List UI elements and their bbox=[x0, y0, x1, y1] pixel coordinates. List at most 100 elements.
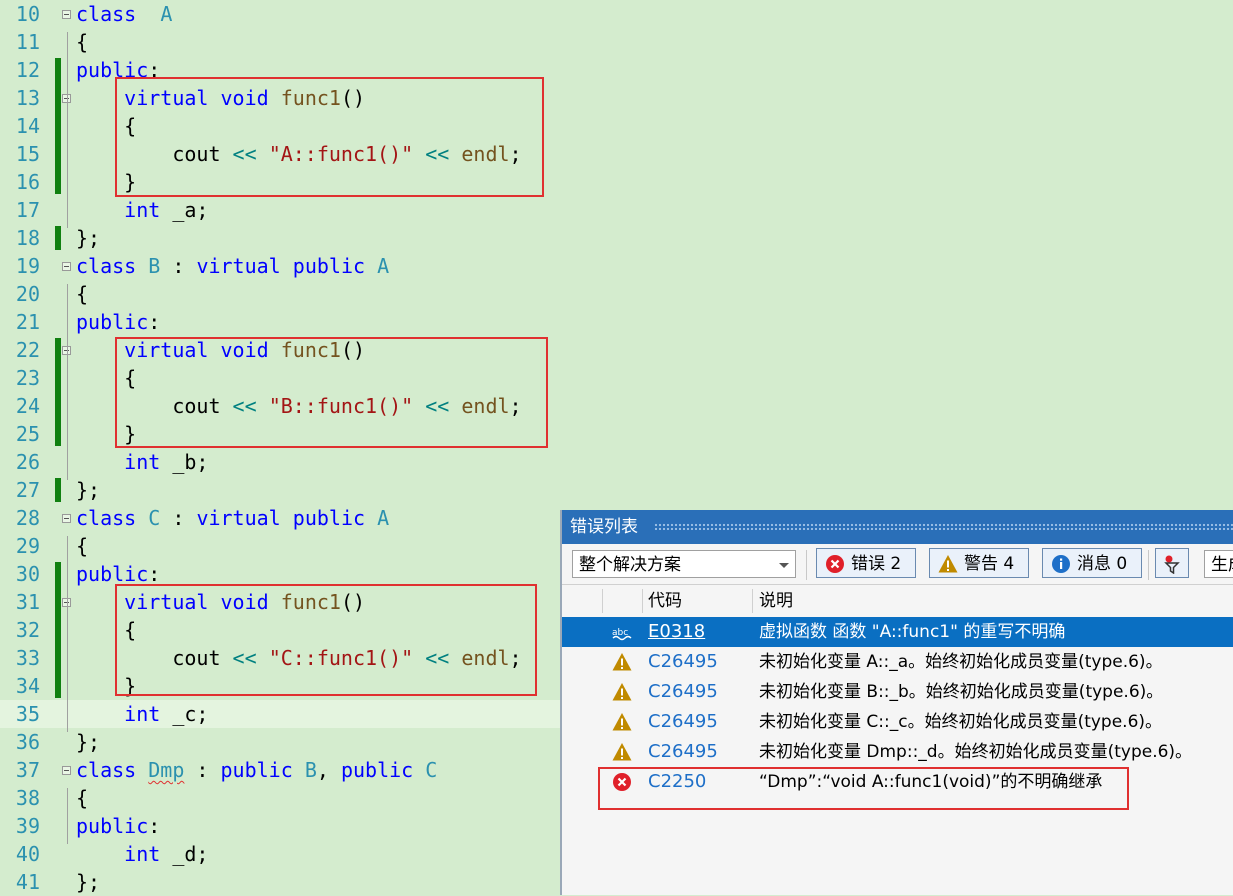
warning-icon bbox=[938, 555, 958, 573]
code-text: { bbox=[76, 280, 88, 308]
code-text: int _b; bbox=[76, 448, 208, 476]
error-description: 未初始化变量 Dmp::_d。始终初始化成员变量(type.6)。 bbox=[759, 742, 1193, 762]
collapse-toggle-icon[interactable] bbox=[62, 262, 71, 271]
error-description: 未初始化变量 A::_a。始终初始化成员变量(type.6)。 bbox=[759, 652, 1163, 672]
indent-guide bbox=[67, 284, 68, 480]
column-code[interactable]: 代码 bbox=[648, 585, 682, 617]
line-number: 29 bbox=[15, 534, 40, 558]
code-token: public bbox=[292, 254, 366, 278]
code-token: Dmp bbox=[148, 758, 185, 782]
code-token: int bbox=[124, 702, 161, 726]
code-line[interactable]: 19 class B : virtual public A bbox=[0, 252, 1233, 280]
code-line[interactable]: 18}; bbox=[0, 224, 1233, 252]
error-list-row[interactable]: abc E0318 虚拟函数 函数 "A::func1" 的重写不明确 bbox=[562, 617, 1233, 647]
highlight-box bbox=[115, 337, 548, 448]
code-token: B bbox=[304, 758, 317, 782]
code-token: public bbox=[220, 758, 293, 782]
code-token: class bbox=[76, 254, 137, 278]
code-text: int _d; bbox=[76, 840, 208, 868]
warnings-filter-button[interactable]: 警告 4 bbox=[929, 548, 1029, 578]
error-list-row[interactable]: C26495 未初始化变量 B::_b。始终初始化成员变量(type.6)。 bbox=[562, 677, 1233, 707]
line-number: 22 bbox=[15, 338, 40, 362]
chevron-down-icon bbox=[779, 563, 789, 568]
code-token: public bbox=[76, 310, 149, 334]
warning-icon bbox=[612, 652, 632, 672]
code-line[interactable]: 20 { bbox=[0, 280, 1233, 308]
code-text: public: bbox=[76, 308, 160, 336]
error-description: 未初始化变量 B::_b。始终初始化成员变量(type.6)。 bbox=[759, 682, 1164, 702]
toolbar-divider bbox=[806, 550, 807, 580]
code-line[interactable]: 26 int _b; bbox=[0, 448, 1233, 476]
line-number: 20 bbox=[15, 282, 40, 306]
line-number: 26 bbox=[15, 450, 40, 474]
error-code-link[interactable]: C26495 bbox=[648, 737, 718, 767]
column-header: 代码 说明 bbox=[562, 584, 1233, 618]
code-token: public bbox=[76, 562, 149, 586]
code-token: B bbox=[148, 254, 161, 278]
line-number: 21 bbox=[15, 310, 40, 334]
code-line[interactable]: 21 public: bbox=[0, 308, 1233, 336]
code-text: int _a; bbox=[76, 196, 208, 224]
scope-dropdown[interactable]: 整个解决方案 bbox=[572, 550, 796, 578]
code-token: public bbox=[340, 758, 414, 782]
line-number: 17 bbox=[15, 198, 40, 222]
code-text: }; bbox=[76, 476, 100, 504]
code-token: _a; bbox=[160, 198, 209, 222]
code-token: }; bbox=[76, 478, 101, 502]
change-indicator bbox=[55, 338, 61, 446]
code-token: _d; bbox=[160, 842, 209, 866]
code-token: C bbox=[425, 758, 438, 782]
error-list-row[interactable]: C26495 未初始化变量 A::_a。始终初始化成员变量(type.6)。 bbox=[562, 647, 1233, 677]
code-text: { bbox=[76, 784, 88, 812]
errors-count-label: 错误 2 bbox=[851, 554, 902, 574]
column-description[interactable]: 说明 bbox=[759, 585, 793, 617]
source-dropdown[interactable]: 生成 bbox=[1204, 550, 1233, 578]
messages-filter-button[interactable]: 消息 0 bbox=[1042, 548, 1142, 578]
intellisense-icon: abc bbox=[612, 622, 632, 642]
line-number: 15 bbox=[15, 142, 40, 166]
change-indicator bbox=[55, 478, 61, 502]
line-number: 41 bbox=[15, 870, 40, 894]
code-token: : bbox=[148, 814, 161, 838]
error-code-link[interactable]: C26495 bbox=[648, 677, 718, 707]
line-number: 34 bbox=[15, 674, 40, 698]
line-number: 27 bbox=[15, 478, 40, 502]
code-token: : bbox=[160, 254, 197, 278]
errors-filter-button[interactable]: 错误 2 bbox=[816, 548, 916, 578]
error-code-link[interactable]: C26495 bbox=[648, 647, 718, 677]
column-divider bbox=[642, 589, 643, 613]
error-list-row[interactable]: C26495 未初始化变量 C::_c。始终初始化成员变量(type.6)。 bbox=[562, 707, 1233, 737]
collapse-toggle-icon[interactable] bbox=[62, 514, 71, 523]
code-token: _c; bbox=[160, 702, 209, 726]
code-token: _b; bbox=[160, 450, 209, 474]
line-number: 18 bbox=[15, 226, 40, 250]
code-line[interactable]: 27}; bbox=[0, 476, 1233, 504]
line-number: 40 bbox=[15, 842, 40, 866]
error-list-row[interactable]: C26495 未初始化变量 Dmp::_d。始终初始化成员变量(type.6)。 bbox=[562, 737, 1233, 767]
line-number: 37 bbox=[15, 758, 40, 782]
error-code-link[interactable]: E0318 bbox=[648, 617, 705, 647]
panel-title-bar[interactable]: 错误列表 bbox=[562, 510, 1233, 544]
collapse-toggle-icon[interactable] bbox=[62, 766, 71, 775]
code-text: }; bbox=[76, 868, 100, 896]
indent-guide bbox=[67, 788, 68, 844]
code-text: class Dmp : public B, public C bbox=[76, 756, 437, 784]
code-text: }; bbox=[76, 728, 100, 756]
code-line[interactable]: 11 { bbox=[0, 28, 1233, 56]
collapse-toggle-icon[interactable] bbox=[62, 10, 71, 19]
column-divider bbox=[602, 589, 603, 613]
highlight-box bbox=[115, 77, 544, 197]
code-token: class bbox=[76, 2, 137, 26]
code-line[interactable]: 10 class A bbox=[0, 0, 1233, 28]
build-filter-button[interactable] bbox=[1155, 548, 1189, 578]
code-text: class C : virtual public A bbox=[76, 504, 389, 532]
line-number: 14 bbox=[15, 114, 40, 138]
line-number: 16 bbox=[15, 170, 40, 194]
code-line[interactable]: 17 int _a; bbox=[0, 196, 1233, 224]
error-code-link[interactable]: C26495 bbox=[648, 707, 718, 737]
